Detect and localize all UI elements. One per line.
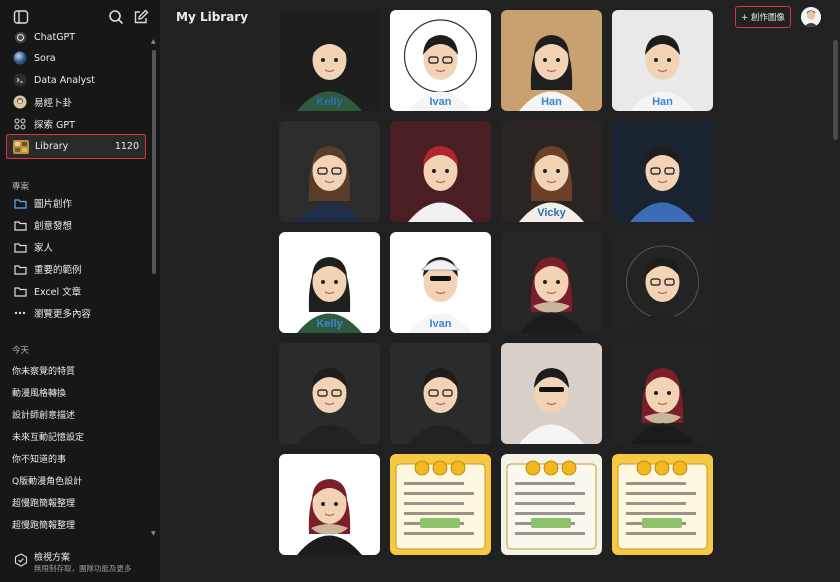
portrait-image — [279, 121, 380, 222]
library-image-tile[interactable] — [501, 232, 602, 333]
portrait-image — [390, 121, 491, 222]
library-image-tile[interactable]: Ivan — [390, 232, 491, 333]
library-image-tile[interactable] — [390, 343, 491, 444]
math-worksheet-image — [612, 454, 713, 555]
tile-caption: Han — [652, 96, 673, 108]
portrait-image — [279, 454, 380, 555]
tile-caption: Kelly — [316, 318, 343, 330]
library-image-tile[interactable] — [279, 121, 380, 222]
portrait-image — [612, 343, 713, 444]
main-scrollbar-thumb[interactable] — [833, 40, 838, 140]
tile-caption: Ivan — [429, 318, 452, 330]
library-image-tile[interactable]: Vicky — [501, 121, 602, 222]
tile-caption: Han — [541, 96, 562, 108]
portrait-image — [501, 343, 602, 444]
portrait-image — [612, 232, 713, 333]
portrait-image — [612, 121, 713, 222]
library-image-tile[interactable] — [279, 454, 380, 555]
library-image-tile[interactable] — [612, 232, 713, 333]
library-grid: Kelly Ivan Han Han Vicky Kelly Ivan — [0, 0, 840, 582]
math-worksheet-image — [390, 454, 491, 555]
math-worksheet-image — [501, 454, 602, 555]
library-image-tile[interactable]: Han — [501, 10, 602, 111]
library-image-tile[interactable] — [390, 454, 491, 555]
tile-caption: Ivan — [429, 96, 452, 108]
portrait-image — [501, 232, 602, 333]
library-image-tile[interactable] — [279, 343, 380, 444]
library-image-tile[interactable]: Ivan — [390, 10, 491, 111]
tile-caption: Kelly — [316, 96, 343, 108]
library-image-tile[interactable] — [501, 454, 602, 555]
library-image-tile[interactable]: Han — [612, 10, 713, 111]
portrait-image — [279, 343, 380, 444]
library-image-tile[interactable]: Kelly — [279, 232, 380, 333]
library-image-tile[interactable] — [612, 121, 713, 222]
library-image-tile[interactable] — [612, 343, 713, 444]
library-image-tile[interactable] — [612, 454, 713, 555]
portrait-image — [390, 343, 491, 444]
library-image-tile[interactable] — [390, 121, 491, 222]
main-scrollbar[interactable] — [833, 40, 838, 540]
tile-caption: Vicky — [537, 207, 566, 219]
library-image-tile[interactable]: Kelly — [279, 10, 380, 111]
library-image-tile[interactable] — [501, 343, 602, 444]
